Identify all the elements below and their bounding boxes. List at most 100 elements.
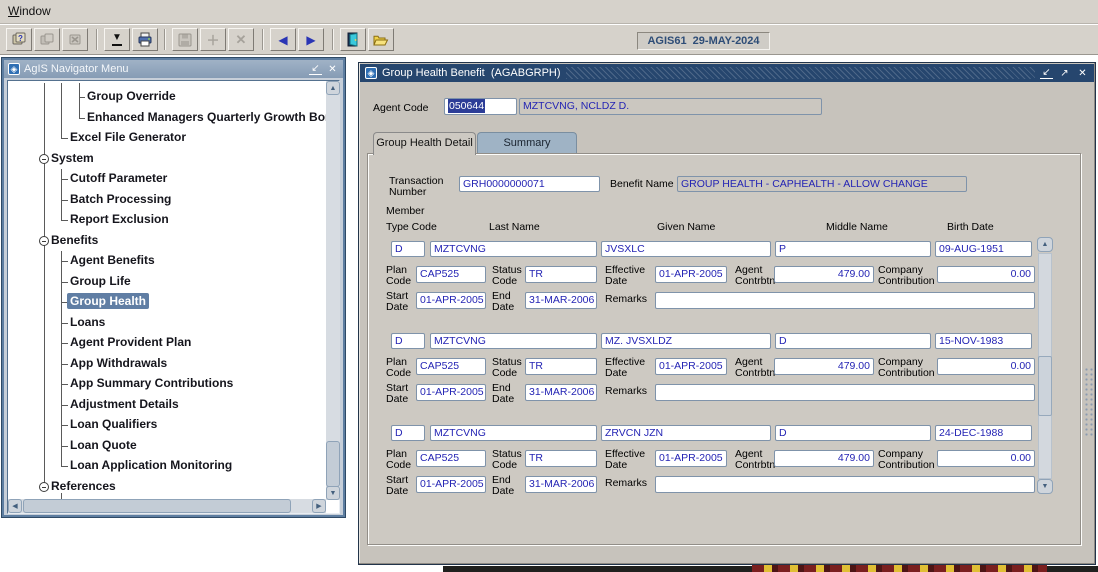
tree-item-excel-file-generator[interactable]: Excel File Generator	[67, 129, 189, 145]
benefit-name-label: Benefit Name	[610, 179, 680, 190]
tree-item-loan-qualifiers[interactable]: Loan Qualifiers	[67, 416, 160, 432]
tab-summary[interactable]: Summary	[477, 132, 577, 154]
print-button[interactable]	[132, 28, 158, 51]
last-name-field[interactable]: MZTCVNG	[430, 241, 597, 257]
given-name-field[interactable]: ZRVCN JZN	[601, 425, 771, 441]
fetch-next-button[interactable]: ▼	[104, 28, 130, 51]
tree-item-group-life[interactable]: Group Life	[67, 273, 134, 289]
transaction-number-field[interactable]: GRH0000000071	[459, 176, 600, 192]
form-restore-icon[interactable]: ↗	[1058, 68, 1071, 79]
tree-item-app-summary-contributions[interactable]: App Summary Contributions	[67, 375, 236, 391]
delete-record-button: ✕	[228, 28, 254, 51]
tree-item-report-exclusion[interactable]: Report Exclusion	[67, 211, 172, 227]
member-scroll-up-button[interactable]: ▲	[1037, 237, 1053, 252]
tree-item-adjustment-details[interactable]: Adjustment Details	[67, 396, 182, 412]
tree-item-system[interactable]: System	[48, 150, 97, 166]
last-name-field[interactable]: MZTCVNG	[430, 425, 597, 441]
tab-group-health-detail[interactable]: Group Health Detail	[373, 132, 476, 155]
exit-button[interactable]	[340, 28, 366, 51]
status-code-field[interactable]: TR	[525, 358, 597, 375]
navigator-minimize-icon[interactable]: ↙	[309, 64, 322, 75]
type-code-field[interactable]: D	[391, 333, 425, 349]
group-health-benefit-window: ◈ Group Health Benefit (AGABGRPH) ↙ ↗ ✕ …	[358, 62, 1096, 565]
end-date-field[interactable]: 31-MAR-2006	[525, 384, 597, 401]
next-record-button[interactable]: ▶	[298, 28, 324, 51]
tree-item-app-withdrawals[interactable]: App Withdrawals	[67, 355, 170, 371]
delete-record-icon: ✕	[236, 32, 247, 48]
tree-item-loans[interactable]: Loans	[67, 314, 108, 330]
start-date-field[interactable]: 01-APR-2005	[416, 476, 486, 493]
birth-date-field[interactable]: 24-DEC-1988	[935, 425, 1032, 441]
tree-item-loan-application-monitoring[interactable]: Loan Application Monitoring	[67, 457, 235, 473]
start-date-field[interactable]: 01-APR-2005	[416, 292, 486, 309]
tree-item-references[interactable]: References	[48, 478, 119, 494]
plan-code-field[interactable]: CAP525	[416, 266, 486, 283]
status-code-field[interactable]: TR	[525, 450, 597, 467]
nav-scroll-right-button[interactable]: ▶	[312, 499, 326, 513]
end-date-field[interactable]: 31-MAR-2006	[525, 476, 597, 493]
previous-record-button[interactable]: ◀	[270, 28, 296, 51]
remarks-field[interactable]	[655, 292, 1035, 309]
agent-code-field[interactable]: 050644	[444, 98, 517, 115]
last-name-field[interactable]: MZTCVNG	[430, 333, 597, 349]
tree-item-group-override[interactable]: Group Override	[84, 88, 179, 104]
tree-item-cutoff-parameter[interactable]: Cutoff Parameter	[67, 170, 170, 186]
company-contribution-field[interactable]: 0.00	[937, 450, 1035, 467]
tree-item-agent-provident-plan[interactable]: Agent Provident Plan	[67, 334, 194, 350]
type-code-field[interactable]: D	[391, 241, 425, 257]
start-date-label: Start Date	[386, 475, 416, 497]
tree-item-enhanced-managers-quarterly-growth-bon[interactable]: Enhanced Managers Quarterly Growth Bon	[84, 109, 326, 125]
status-code-label: Status Code	[492, 265, 525, 287]
form-title-bar[interactable]: ◈ Group Health Benefit (AGABGRPH) ↙ ↗ ✕	[360, 64, 1094, 82]
given-name-field[interactable]: JVSXLC	[601, 241, 771, 257]
remarks-field[interactable]	[655, 384, 1035, 401]
middle-name-field[interactable]: D	[775, 425, 931, 441]
tree-item-agent-benefits[interactable]: Agent Benefits	[67, 252, 158, 268]
plan-code-field[interactable]: CAP525	[416, 450, 486, 467]
navigator-title-bar[interactable]: ◈ AgIS Navigator Menu ↙ ✕	[4, 60, 343, 78]
col-last-name: Last Name	[489, 222, 540, 233]
nav-scroll-left-button[interactable]: ◀	[8, 499, 22, 513]
open-button[interactable]	[368, 28, 394, 51]
agent-contrbtn-field[interactable]: 479.00	[774, 266, 874, 283]
effective-date-field[interactable]: 01-APR-2005	[655, 266, 727, 283]
background-window-content	[752, 565, 1047, 572]
status-code-field[interactable]: TR	[525, 266, 597, 283]
company-contribution-field[interactable]: 0.00	[937, 358, 1035, 375]
nav-scroll-down-button[interactable]: ▼	[326, 486, 340, 500]
remarks-field[interactable]	[655, 476, 1035, 493]
tree-item-benefits[interactable]: Benefits	[48, 232, 101, 248]
middle-name-field[interactable]: P	[775, 241, 931, 257]
tree-item-batch-processing[interactable]: Batch Processing	[67, 191, 174, 207]
form-minimize-icon[interactable]: ↙	[1040, 68, 1053, 79]
effective-date-field[interactable]: 01-APR-2005	[655, 450, 727, 467]
birth-date-field[interactable]: 15-NOV-1983	[935, 333, 1032, 349]
exit-door-icon	[346, 32, 361, 47]
nav-scroll-up-button[interactable]: ▲	[326, 81, 340, 95]
agent-contrbtn-field[interactable]: 479.00	[774, 358, 874, 375]
form-close-icon[interactable]: ✕	[1076, 68, 1089, 79]
end-date-field[interactable]: 31-MAR-2006	[525, 292, 597, 309]
menu-window[interactable]: Window	[8, 4, 51, 18]
effective-date-field[interactable]: 01-APR-2005	[655, 358, 727, 375]
form-window-icon: ◈	[365, 67, 377, 79]
member-scroll-down-button[interactable]: ▼	[1037, 479, 1053, 494]
tree-item-group-health[interactable]: Group Health	[67, 293, 149, 309]
query-help-button[interactable]: ?	[6, 28, 32, 51]
tree-item-loan-quote[interactable]: Loan Quote	[67, 437, 140, 453]
middle-name-field[interactable]: D	[775, 333, 931, 349]
plan-code-field[interactable]: CAP525	[416, 358, 486, 375]
navigator-close-icon[interactable]: ✕	[326, 64, 339, 75]
agent-contrbtn-field[interactable]: 479.00	[774, 450, 874, 467]
type-code-field[interactable]: D	[391, 425, 425, 441]
start-date-field[interactable]: 01-APR-2005	[416, 384, 486, 401]
given-name-field[interactable]: MZ. JVSXLDZ	[601, 333, 771, 349]
nav-vscrollbar[interactable]	[326, 81, 340, 500]
remarks-label: Remarks	[605, 478, 653, 489]
nav-vscroll-thumb[interactable]	[326, 441, 340, 487]
session-badge: AGIS61 29-MAY-2024	[637, 32, 770, 50]
member-scroll-thumb[interactable]	[1038, 356, 1052, 416]
nav-hscroll-thumb[interactable]	[23, 499, 291, 513]
birth-date-field[interactable]: 09-AUG-1951	[935, 241, 1032, 257]
company-contribution-field[interactable]: 0.00	[937, 266, 1035, 283]
